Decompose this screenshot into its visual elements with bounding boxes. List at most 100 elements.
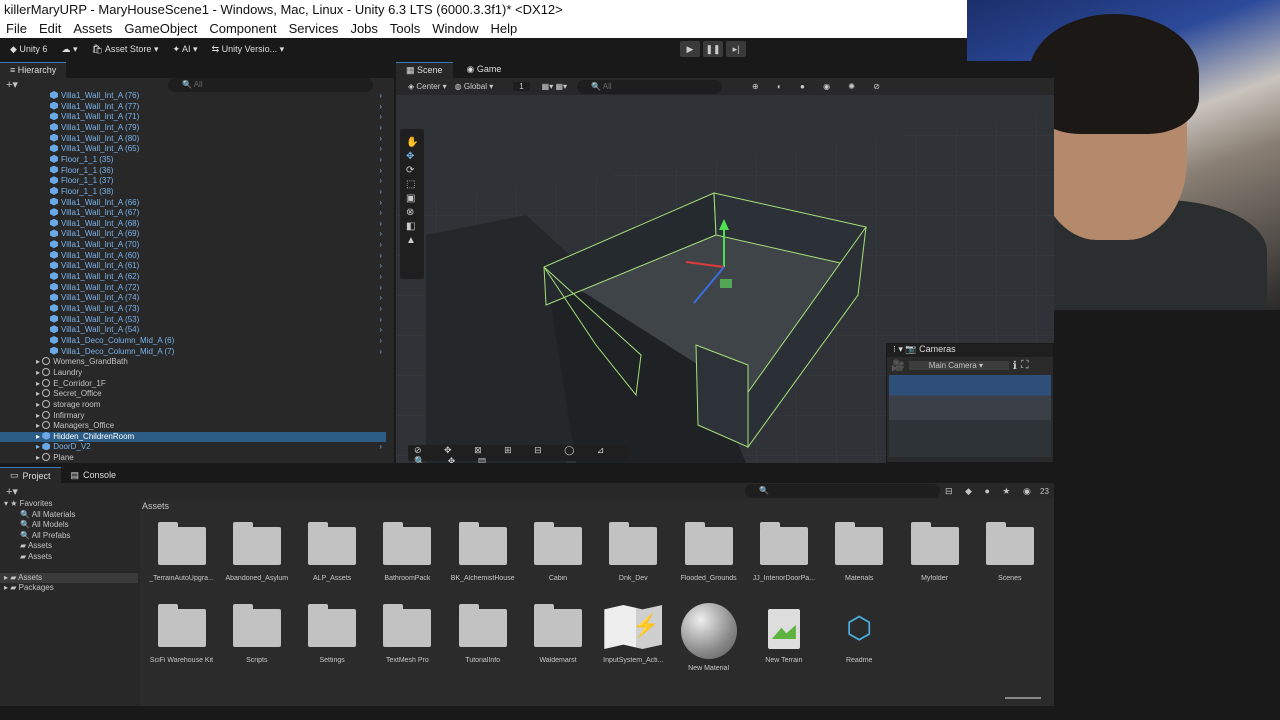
- hierarchy-item[interactable]: ▸ Secret_Office: [0, 389, 386, 400]
- open-prefab-icon[interactable]: ›: [379, 208, 382, 219]
- open-prefab-icon[interactable]: ›: [379, 155, 382, 166]
- hierarchy-item[interactable]: Villa1_Wall_Int_A (74) ›: [0, 293, 386, 304]
- hierarchy-item[interactable]: ▸ Hidden_ChildrenRoom: [0, 431, 386, 443]
- grid-snap-field[interactable]: 1: [513, 82, 530, 91]
- tab-project[interactable]: ▭ Project: [0, 467, 61, 483]
- asset-item[interactable]: Scripts: [219, 604, 294, 664]
- open-prefab-icon[interactable]: ›: [379, 347, 382, 358]
- favorite-item[interactable]: ▰ Assets: [0, 552, 138, 563]
- play-button[interactable]: ▶: [680, 41, 700, 57]
- expand-icon[interactable]: ▸: [36, 442, 42, 451]
- asset-item[interactable]: TextMesh Pro: [370, 604, 445, 664]
- add-icon[interactable]: +▾: [6, 78, 18, 91]
- asset-item[interactable]: Scenes: [972, 522, 1047, 582]
- hierarchy-item[interactable]: ▸ storage room: [0, 399, 386, 411]
- open-prefab-icon[interactable]: ›: [379, 112, 382, 123]
- open-prefab-icon[interactable]: ›: [379, 304, 382, 315]
- asset-item[interactable]: ⬡ Readme: [822, 609, 897, 664]
- hierarchy-item[interactable]: Villa1_Deco_Column_Mid_A (6) ›: [0, 335, 386, 347]
- hierarchy-item[interactable]: Villa1_Wall_Int_A (62) ›: [0, 272, 386, 283]
- asset-item[interactable]: ALP_Assets: [295, 522, 370, 582]
- version-control-button[interactable]: ⇆ Unity Versio... ▾: [208, 43, 289, 56]
- hierarchy-item[interactable]: Villa1_Wall_Int_A (73) ›: [0, 304, 386, 315]
- asset-item[interactable]: Cabin: [521, 522, 596, 582]
- menu-item-edit[interactable]: Edit: [39, 19, 61, 38]
- hierarchy-item[interactable]: Villa1_Wall_Int_A (72) ›: [0, 282, 386, 294]
- open-prefab-icon[interactable]: ›: [379, 251, 382, 262]
- tab-hierarchy[interactable]: ≡ Hierarchy: [0, 62, 67, 78]
- create-icon[interactable]: +▾: [6, 485, 18, 498]
- asset-item[interactable]: Waldemarst: [521, 604, 596, 664]
- favorite-item[interactable]: 🔍 All Materials: [0, 510, 138, 521]
- open-prefab-icon[interactable]: ›: [379, 91, 382, 102]
- menu-item-tools[interactable]: Tools: [390, 19, 420, 38]
- hierarchy-item[interactable]: Villa1_Wall_Int_A (67) ›: [0, 208, 386, 219]
- open-prefab-icon[interactable]: ›: [379, 293, 382, 304]
- open-prefab-icon[interactable]: ›: [379, 336, 382, 347]
- bottom-tool-overlay[interactable]: ⊘ ✥ ⊠ ⊞ ⊟ ◯ ⊿ 🔍 ✥ ▤: [408, 445, 628, 463]
- ai-button[interactable]: ✦ AI ▾: [168, 43, 201, 56]
- open-prefab-icon[interactable]: ›: [379, 187, 382, 198]
- asset-item[interactable]: Flooded_Grounds: [671, 522, 746, 582]
- scene-toggles[interactable]: ⊕ ◐ ● ◉ ✺ ⊘: [752, 82, 888, 91]
- menu-item-file[interactable]: File: [6, 19, 27, 38]
- asset-item[interactable]: New Terrain: [746, 609, 821, 664]
- hierarchy-item[interactable]: Villa1_Wall_Int_A (60) ›: [0, 250, 386, 262]
- open-prefab-icon[interactable]: ›: [379, 442, 382, 453]
- open-prefab-icon[interactable]: ›: [379, 123, 382, 134]
- menu-item-services[interactable]: Services: [289, 19, 339, 38]
- space-dropdown[interactable]: ◍ Global ▾: [455, 82, 494, 91]
- open-prefab-icon[interactable]: ›: [379, 219, 382, 230]
- hierarchy-item[interactable]: ▸ E_Corridor_1F: [0, 378, 386, 390]
- open-prefab-icon[interactable]: ›: [379, 166, 382, 177]
- hierarchy-item[interactable]: Floor_1_1 (38) ›: [0, 186, 386, 198]
- tab-game[interactable]: ◉ Game: [457, 62, 512, 78]
- asset-item[interactable]: ⚡ InputSystem_Acti...: [596, 605, 671, 664]
- hierarchy-item[interactable]: Villa1_Wall_Int_A (69) ›: [0, 229, 386, 240]
- scene-search-input[interactable]: 🔍 All: [577, 79, 723, 94]
- hierarchy-item[interactable]: Villa1_Wall_Int_A (80) ›: [0, 133, 386, 145]
- favorite-item[interactable]: 🔍 All Prefabs: [0, 531, 138, 542]
- hierarchy-item[interactable]: Villa1_Wall_Int_A (66) ›: [0, 197, 386, 209]
- open-prefab-icon[interactable]: ›: [379, 261, 382, 272]
- hierarchy-item[interactable]: Villa1_Wall_Int_A (71) ›: [0, 112, 386, 123]
- menu-item-window[interactable]: Window: [432, 19, 478, 38]
- asset-item[interactable]: Settings: [295, 604, 370, 664]
- asset-store-button[interactable]: 🛍 Asset Store ▾: [87, 43, 162, 56]
- asset-item[interactable]: SciFi Warehouse Kit: [144, 604, 219, 664]
- open-prefab-icon[interactable]: ›: [379, 102, 382, 113]
- hierarchy-item[interactable]: Villa1_Wall_Int_A (79) ›: [0, 122, 386, 134]
- project-search-input[interactable]: 🔍: [745, 484, 940, 498]
- hierarchy-item[interactable]: Floor_1_1 (36) ›: [0, 165, 386, 177]
- hierarchy-item[interactable]: Villa1_Deco_Column_Mid_A (7) ›: [0, 346, 386, 358]
- info-icon[interactable]: ℹ: [1013, 359, 1017, 372]
- open-prefab-icon[interactable]: ›: [379, 240, 382, 251]
- menu-item-component[interactable]: Component: [209, 19, 276, 38]
- hierarchy-item[interactable]: Villa1_Wall_Int_A (65) ›: [0, 144, 386, 155]
- tab-console[interactable]: ▤ Console: [61, 467, 127, 483]
- project-root-item[interactable]: ▸ ▰ Packages: [0, 583, 138, 594]
- open-prefab-icon[interactable]: ›: [379, 229, 382, 240]
- menu-item-assets[interactable]: Assets: [73, 19, 112, 38]
- favorite-item[interactable]: ▰ Assets: [0, 541, 138, 552]
- open-prefab-icon[interactable]: ›: [379, 134, 382, 145]
- asset-item[interactable]: TutorialInfo: [445, 604, 520, 664]
- hierarchy-item[interactable]: ▸ Plane: [0, 453, 386, 464]
- asset-item[interactable]: Materials: [822, 522, 897, 582]
- hierarchy-item[interactable]: ▸ Laundry: [0, 367, 386, 379]
- account-button[interactable]: ◆ Unity 6: [6, 43, 51, 56]
- hierarchy-item[interactable]: Villa1_Wall_Int_A (61) ›: [0, 261, 386, 272]
- menu-item-jobs[interactable]: Jobs: [350, 19, 377, 38]
- open-prefab-icon[interactable]: ›: [379, 176, 382, 187]
- hierarchy-item[interactable]: Villa1_Wall_Int_A (53) ›: [0, 314, 386, 326]
- asset-item[interactable]: Myfolder: [897, 522, 972, 582]
- pause-button[interactable]: ❚❚: [703, 41, 723, 57]
- asset-item[interactable]: Dnk_Dev: [596, 522, 671, 582]
- asset-item[interactable]: JJ_InteriorDoorPa...: [746, 522, 821, 582]
- open-prefab-icon[interactable]: ›: [379, 283, 382, 294]
- hierarchy-item[interactable]: ▸ Managers_Office: [0, 421, 386, 432]
- open-prefab-icon[interactable]: ›: [379, 198, 382, 209]
- step-button[interactable]: ▸|: [726, 41, 746, 57]
- pivot-dropdown[interactable]: ◈ Center ▾: [408, 82, 447, 91]
- hierarchy-item[interactable]: Villa1_Wall_Int_A (70) ›: [0, 240, 386, 251]
